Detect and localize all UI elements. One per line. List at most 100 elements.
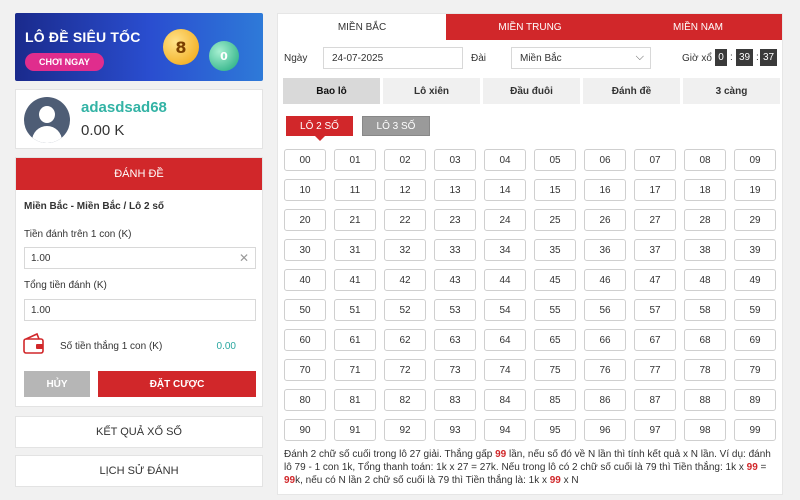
number-cell[interactable]: 31 [334, 239, 376, 261]
number-cell[interactable]: 92 [384, 419, 426, 441]
number-cell[interactable]: 97 [634, 419, 676, 441]
number-cell[interactable]: 50 [284, 299, 326, 321]
number-cell[interactable]: 77 [634, 359, 676, 381]
number-cell[interactable]: 12 [384, 179, 426, 201]
tab-bao-lo[interactable]: Bao lô [283, 78, 380, 104]
number-cell[interactable]: 52 [384, 299, 426, 321]
number-cell[interactable]: 99 [734, 419, 776, 441]
number-cell[interactable]: 41 [334, 269, 376, 291]
number-cell[interactable]: 80 [284, 389, 326, 411]
date-input[interactable]: 24-07-2025 [323, 47, 463, 69]
number-cell[interactable]: 44 [484, 269, 526, 291]
number-cell[interactable]: 09 [734, 149, 776, 171]
number-cell[interactable]: 17 [634, 179, 676, 201]
number-cell[interactable]: 69 [734, 329, 776, 351]
number-cell[interactable]: 33 [434, 239, 476, 261]
number-cell[interactable]: 90 [284, 419, 326, 441]
number-cell[interactable]: 70 [284, 359, 326, 381]
number-cell[interactable]: 02 [384, 149, 426, 171]
number-cell[interactable]: 49 [734, 269, 776, 291]
number-cell[interactable]: 56 [584, 299, 626, 321]
number-cell[interactable]: 08 [684, 149, 726, 171]
number-cell[interactable]: 03 [434, 149, 476, 171]
number-cell[interactable]: 60 [284, 329, 326, 351]
number-cell[interactable]: 82 [384, 389, 426, 411]
number-cell[interactable]: 10 [284, 179, 326, 201]
number-cell[interactable]: 19 [734, 179, 776, 201]
number-cell[interactable]: 85 [534, 389, 576, 411]
number-cell[interactable]: 34 [484, 239, 526, 261]
number-cell[interactable]: 30 [284, 239, 326, 261]
number-cell[interactable]: 68 [684, 329, 726, 351]
number-cell[interactable]: 25 [534, 209, 576, 231]
number-cell[interactable]: 22 [384, 209, 426, 231]
per-unit-input[interactable]: 1.00 ✕ [24, 247, 256, 269]
tab-lo-2-so[interactable]: LÔ 2 SỐ [286, 116, 353, 141]
number-cell[interactable]: 01 [334, 149, 376, 171]
play-now-button[interactable]: CHƠI NGAY [25, 53, 104, 71]
number-cell[interactable]: 55 [534, 299, 576, 321]
number-cell[interactable]: 35 [534, 239, 576, 261]
number-cell[interactable]: 94 [484, 419, 526, 441]
number-cell[interactable]: 75 [534, 359, 576, 381]
clear-icon[interactable]: ✕ [239, 251, 249, 265]
tab-mien-trung[interactable]: MIỀN TRUNG [446, 14, 614, 40]
place-bet-button[interactable]: ĐẶT CƯỢC [98, 371, 256, 397]
number-cell[interactable]: 16 [584, 179, 626, 201]
number-cell[interactable]: 11 [334, 179, 376, 201]
number-cell[interactable]: 53 [434, 299, 476, 321]
number-cell[interactable]: 98 [684, 419, 726, 441]
number-cell[interactable]: 83 [434, 389, 476, 411]
number-cell[interactable]: 86 [584, 389, 626, 411]
number-cell[interactable]: 48 [684, 269, 726, 291]
number-cell[interactable]: 36 [584, 239, 626, 261]
number-cell[interactable]: 47 [634, 269, 676, 291]
number-cell[interactable]: 29 [734, 209, 776, 231]
number-cell[interactable]: 24 [484, 209, 526, 231]
number-cell[interactable]: 26 [584, 209, 626, 231]
station-select[interactable]: Miền Bắc ⌵ [511, 47, 651, 69]
cancel-button[interactable]: HỦY [24, 371, 90, 397]
number-cell[interactable]: 20 [284, 209, 326, 231]
number-cell[interactable]: 00 [284, 149, 326, 171]
number-cell[interactable]: 61 [334, 329, 376, 351]
number-cell[interactable]: 42 [384, 269, 426, 291]
bet-history-button[interactable]: LỊCH SỬ ĐÁNH [15, 455, 263, 487]
number-cell[interactable]: 95 [534, 419, 576, 441]
promo-banner[interactable]: LÔ ĐỀ SIÊU TỐC CHƠI NGAY 8 0 [15, 13, 263, 81]
number-cell[interactable]: 28 [684, 209, 726, 231]
number-cell[interactable]: 67 [634, 329, 676, 351]
tab-dau-duoi[interactable]: Đầu đuôi [483, 78, 580, 104]
number-cell[interactable]: 18 [684, 179, 726, 201]
number-cell[interactable]: 64 [484, 329, 526, 351]
number-cell[interactable]: 27 [634, 209, 676, 231]
number-cell[interactable]: 91 [334, 419, 376, 441]
number-cell[interactable]: 79 [734, 359, 776, 381]
number-cell[interactable]: 72 [384, 359, 426, 381]
number-cell[interactable]: 57 [634, 299, 676, 321]
number-cell[interactable]: 88 [684, 389, 726, 411]
number-cell[interactable]: 21 [334, 209, 376, 231]
number-cell[interactable]: 07 [634, 149, 676, 171]
tab-3-cang[interactable]: 3 càng [683, 78, 780, 104]
number-cell[interactable]: 54 [484, 299, 526, 321]
number-cell[interactable]: 32 [384, 239, 426, 261]
number-cell[interactable]: 15 [534, 179, 576, 201]
number-cell[interactable]: 04 [484, 149, 526, 171]
tab-mien-bac[interactable]: MIỀN BẮC [278, 14, 446, 40]
tab-mien-nam[interactable]: MIỀN NAM [614, 14, 782, 40]
number-cell[interactable]: 05 [534, 149, 576, 171]
number-cell[interactable]: 37 [634, 239, 676, 261]
tab-danh-de[interactable]: Đánh đề [583, 78, 680, 104]
number-cell[interactable]: 78 [684, 359, 726, 381]
number-cell[interactable]: 71 [334, 359, 376, 381]
number-cell[interactable]: 93 [434, 419, 476, 441]
number-cell[interactable]: 73 [434, 359, 476, 381]
number-cell[interactable]: 46 [584, 269, 626, 291]
number-cell[interactable]: 59 [734, 299, 776, 321]
number-cell[interactable]: 43 [434, 269, 476, 291]
number-cell[interactable]: 13 [434, 179, 476, 201]
number-cell[interactable]: 66 [584, 329, 626, 351]
number-cell[interactable]: 81 [334, 389, 376, 411]
number-cell[interactable]: 39 [734, 239, 776, 261]
